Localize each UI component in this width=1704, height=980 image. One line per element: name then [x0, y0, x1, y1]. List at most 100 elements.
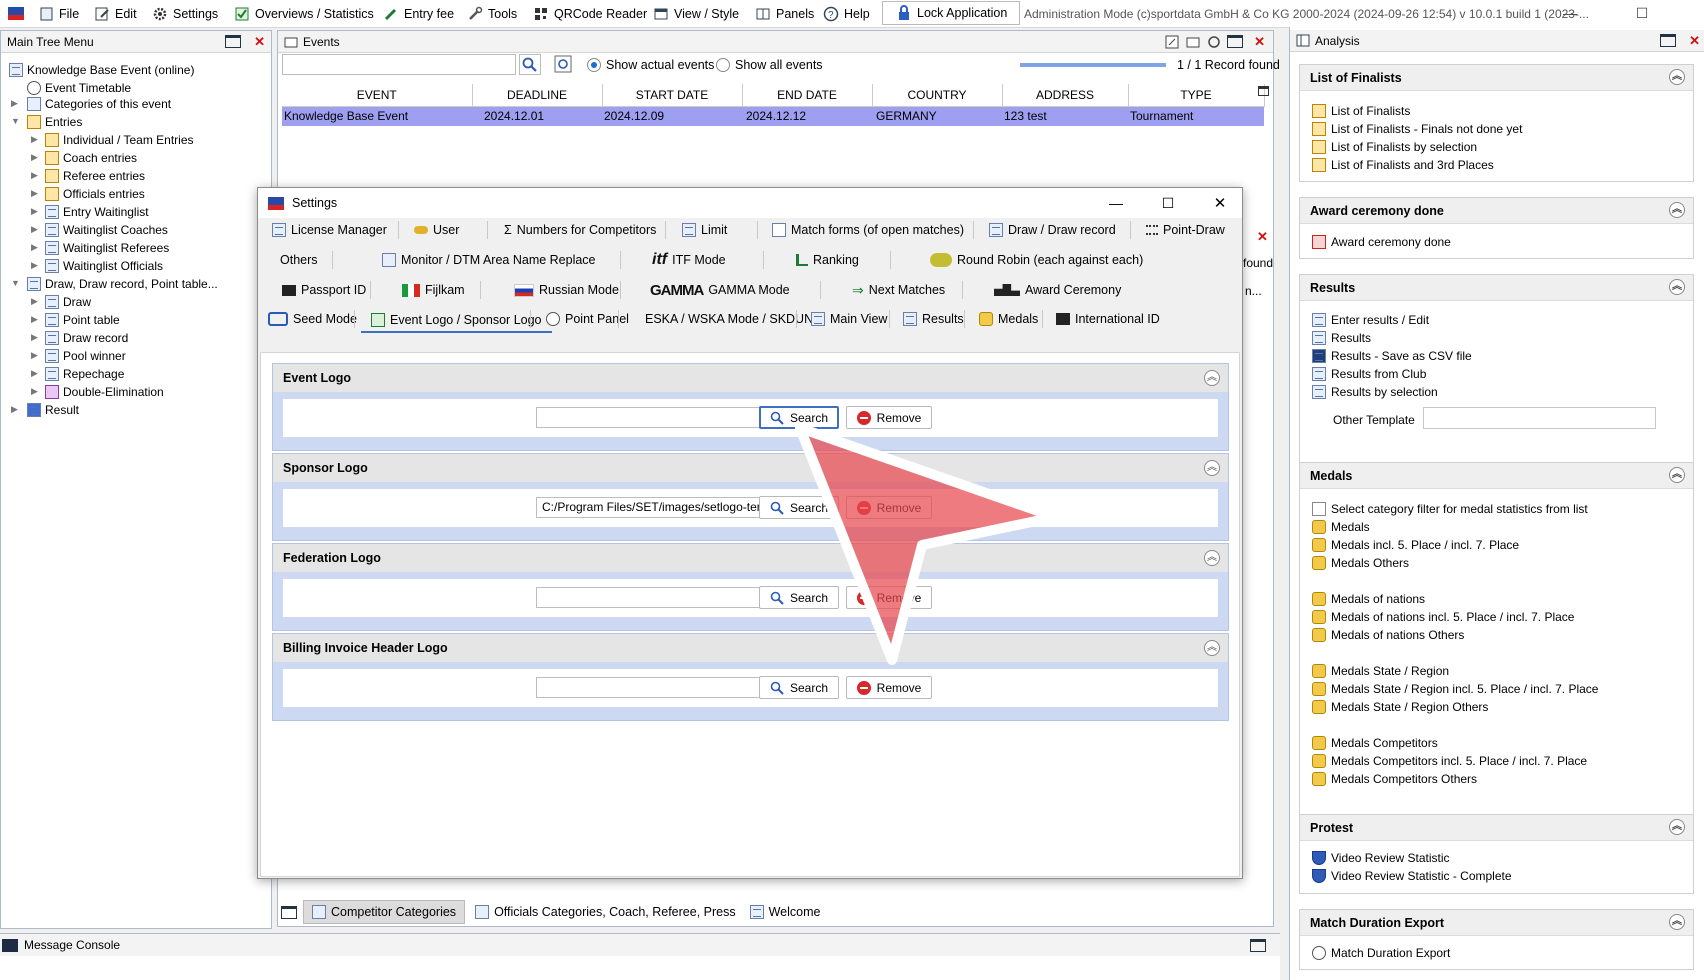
expand-icon[interactable]: ▶: [31, 296, 41, 307]
tree-node-repechage[interactable]: Repechage: [45, 365, 124, 382]
tree-node-draw-group[interactable]: Draw, Draw record, Point table...: [27, 275, 218, 292]
maximize-icon[interactable]: [1660, 34, 1677, 47]
billing-logo-search-button[interactable]: Search: [759, 676, 839, 699]
expand-icon[interactable]: ▶: [31, 242, 41, 253]
collapse-icon[interactable]: ▼: [11, 116, 21, 126]
tab-passport-id[interactable]: Passport ID: [282, 279, 366, 301]
tab-gamma-mode[interactable]: GAMMA GAMMA Mode: [650, 279, 790, 301]
tab-monitor-dtm[interactable]: Monitor / DTM Area Name Replace: [382, 249, 596, 271]
export-icon[interactable]: [1164, 34, 1180, 50]
tree-node-point-table[interactable]: Point table: [45, 311, 120, 328]
minimize-button[interactable]: —: [1094, 195, 1138, 211]
tree-node-coach-entries[interactable]: Coach entries: [45, 149, 137, 166]
close-icon[interactable]: ✕: [1689, 33, 1700, 49]
menu-entry-fee[interactable]: Entry fee: [383, 5, 454, 23]
maximize-button[interactable]: ☐: [1146, 195, 1190, 212]
menu-overviews[interactable]: Overviews / Statistics: [234, 5, 374, 23]
tab-welcome[interactable]: Welcome: [746, 901, 825, 923]
expand-icon[interactable]: ▶: [31, 206, 41, 217]
billing-logo-remove-button[interactable]: Remove: [846, 676, 932, 699]
list-item[interactable]: Medals of nations: [1312, 590, 1425, 607]
tab-main-view[interactable]: Main View: [811, 308, 887, 330]
expand-icon[interactable]: ▶: [31, 170, 41, 181]
refresh-icon[interactable]: [1206, 34, 1222, 50]
list-item[interactable]: Medals incl. 5. Place / incl. 7. Place: [1312, 536, 1519, 553]
tree-node-draw[interactable]: Draw: [45, 293, 91, 310]
collapse-icon[interactable]: ︽: [1204, 550, 1220, 566]
tree-node-event[interactable]: Knowledge Base Event (online): [9, 61, 194, 78]
column-end-date[interactable]: END DATE: [742, 84, 873, 107]
collapse-icon[interactable]: ︽: [1669, 819, 1685, 835]
tab-seed-mode[interactable]: Seed Mode: [268, 308, 357, 330]
tab-results[interactable]: Results: [903, 308, 964, 330]
expand-icon[interactable]: ▶: [11, 404, 21, 415]
tree-node-entry-waitinglist[interactable]: Entry Waitinglist: [45, 203, 149, 220]
list-item[interactable]: Results - Save as CSV file: [1312, 347, 1472, 364]
expand-icon[interactable]: ▶: [31, 224, 41, 235]
close-icon[interactable]: ✕: [1254, 34, 1265, 50]
tab-international-id[interactable]: International ID: [1056, 308, 1160, 330]
list-item[interactable]: Medals Competitors incl. 5. Place / incl…: [1312, 752, 1587, 769]
collapse-icon[interactable]: ︽: [1669, 914, 1685, 930]
tab-others[interactable]: Others: [280, 249, 318, 271]
list-item[interactable]: Video Review Statistic: [1312, 849, 1450, 866]
column-type[interactable]: TYPE: [1128, 84, 1265, 107]
list-item[interactable]: Results: [1312, 329, 1371, 346]
close-button[interactable]: ✕: [1198, 194, 1242, 212]
collapse-icon[interactable]: ︽: [1669, 69, 1685, 85]
menu-file[interactable]: File: [38, 5, 79, 23]
expand-icon[interactable]: ▶: [11, 98, 21, 109]
tab-ranking[interactable]: Ranking: [796, 249, 859, 271]
tree-node-waitinglist-officials[interactable]: Waitinglist Officials: [45, 257, 163, 274]
collapse-icon[interactable]: ▼: [11, 278, 21, 288]
tab-competitor-categories[interactable]: Competitor Categories: [303, 900, 466, 924]
billing-logo-path-input[interactable]: [536, 677, 770, 698]
minimize-button[interactable]: —: [1560, 3, 1580, 23]
tree-node-categories[interactable]: Categories of this event: [27, 95, 171, 112]
sync-button[interactable]: [553, 54, 575, 75]
column-chooser-icon[interactable]: [1258, 86, 1269, 96]
lock-application-button[interactable]: Lock Application: [882, 1, 1020, 25]
collapse-icon[interactable]: ︽: [1669, 467, 1685, 483]
tab-itf-mode[interactable]: itf ITF Mode: [652, 249, 726, 271]
tab-fijlkam[interactable]: Fijlkam: [402, 279, 465, 301]
list-item[interactable]: Award ceremony done: [1312, 233, 1451, 250]
tree-node-draw-record[interactable]: Draw record: [45, 329, 128, 346]
event-logo-search-button[interactable]: Search: [759, 406, 839, 429]
collapse-icon[interactable]: ︽: [1204, 640, 1220, 656]
list-item[interactable]: List of Finalists and 3rd Places: [1312, 156, 1494, 173]
tab-round-robin[interactable]: Round Robin (each against each): [930, 249, 1143, 271]
tree-node-entries[interactable]: Entries: [27, 113, 82, 130]
menu-view-style[interactable]: View / Style: [653, 5, 739, 23]
expand-icon[interactable]: ▶: [31, 134, 41, 145]
list-item[interactable]: Results by selection: [1312, 383, 1438, 400]
list-item[interactable]: Video Review Statistic - Complete: [1312, 867, 1512, 884]
maximize-button[interactable]: ☐: [1632, 3, 1652, 23]
expand-icon[interactable]: ▶: [31, 260, 41, 271]
tab-medals[interactable]: Medals: [979, 308, 1038, 330]
close-icon[interactable]: ✕: [254, 34, 265, 50]
column-address[interactable]: ADDRESS: [1002, 84, 1129, 107]
other-template-input[interactable]: [1423, 407, 1656, 429]
tab-license-manager[interactable]: License Manager: [272, 219, 387, 241]
menu-edit[interactable]: Edit: [94, 5, 137, 23]
events-search-input[interactable]: [282, 54, 516, 75]
tab-draw-record[interactable]: Draw / Draw record: [989, 219, 1116, 241]
list-item[interactable]: Medals Others: [1312, 554, 1409, 571]
maximize-icon[interactable]: [225, 35, 242, 48]
sponsor-logo-search-button[interactable]: Search: [759, 496, 839, 519]
tree-node-pool-winner[interactable]: Pool winner: [45, 347, 126, 364]
radio-actual-events[interactable]: Show actual events: [587, 58, 714, 72]
tree-node-double-elimination[interactable]: Double-Elimination: [45, 383, 164, 400]
list-item[interactable]: Medals: [1312, 518, 1370, 535]
tab-event-logo[interactable]: Event Logo / Sponsor Logo: [361, 308, 552, 333]
tab-user[interactable]: User: [414, 219, 459, 241]
list-item[interactable]: Enter results / Edit: [1312, 311, 1429, 328]
tree-node-referee-entries[interactable]: Referee entries: [45, 167, 145, 184]
maximize-icon[interactable]: [1250, 938, 1266, 952]
collapse-icon[interactable]: ︽: [1204, 370, 1220, 386]
medal-filter-checkbox[interactable]: Select category filter for medal statist…: [1312, 500, 1588, 517]
maximize-icon[interactable]: [281, 905, 297, 919]
tab-award-ceremony[interactable]: Award Ceremony: [994, 279, 1121, 301]
sponsor-logo-remove-button[interactable]: Remove: [846, 496, 932, 519]
